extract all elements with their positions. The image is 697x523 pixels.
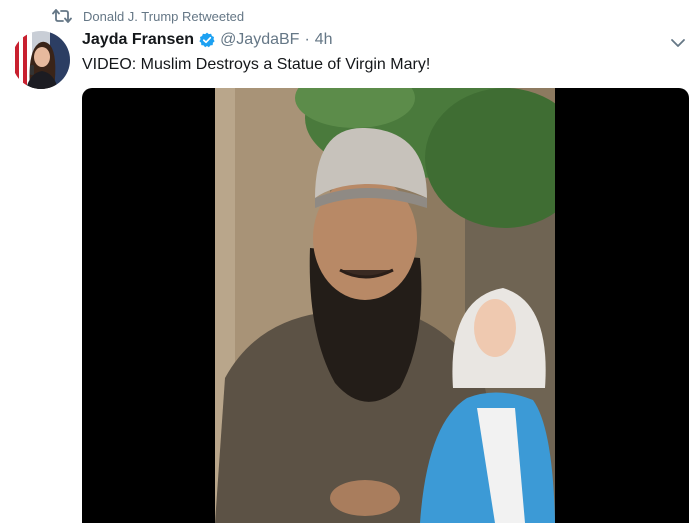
video-player[interactable]	[82, 88, 689, 523]
header-separator: ·	[304, 31, 310, 48]
tweet-header: Jayda Fransen @JaydaBF · 4h	[82, 29, 333, 51]
tweet[interactable]: Donald J. Trump Retweeted Jayda Fransen …	[0, 0, 697, 523]
author-handle[interactable]: @JaydaBF	[220, 31, 299, 49]
verified-badge-icon	[199, 32, 215, 48]
retweet-context-text[interactable]: Donald J. Trump Retweeted	[83, 9, 244, 24]
avatar[interactable]	[12, 31, 70, 89]
retweet-context: Donald J. Trump Retweeted	[52, 6, 244, 26]
chevron-down-icon[interactable]	[670, 36, 686, 50]
retweet-icon	[52, 9, 72, 23]
tweet-text: VIDEO: Muslim Destroys a Statue of Virgi…	[82, 56, 431, 73]
tweet-timestamp[interactable]: 4h	[315, 31, 333, 49]
avatar-image	[12, 31, 70, 89]
video-thumbnail	[215, 88, 555, 523]
author-name[interactable]: Jayda Fransen	[82, 31, 194, 49]
